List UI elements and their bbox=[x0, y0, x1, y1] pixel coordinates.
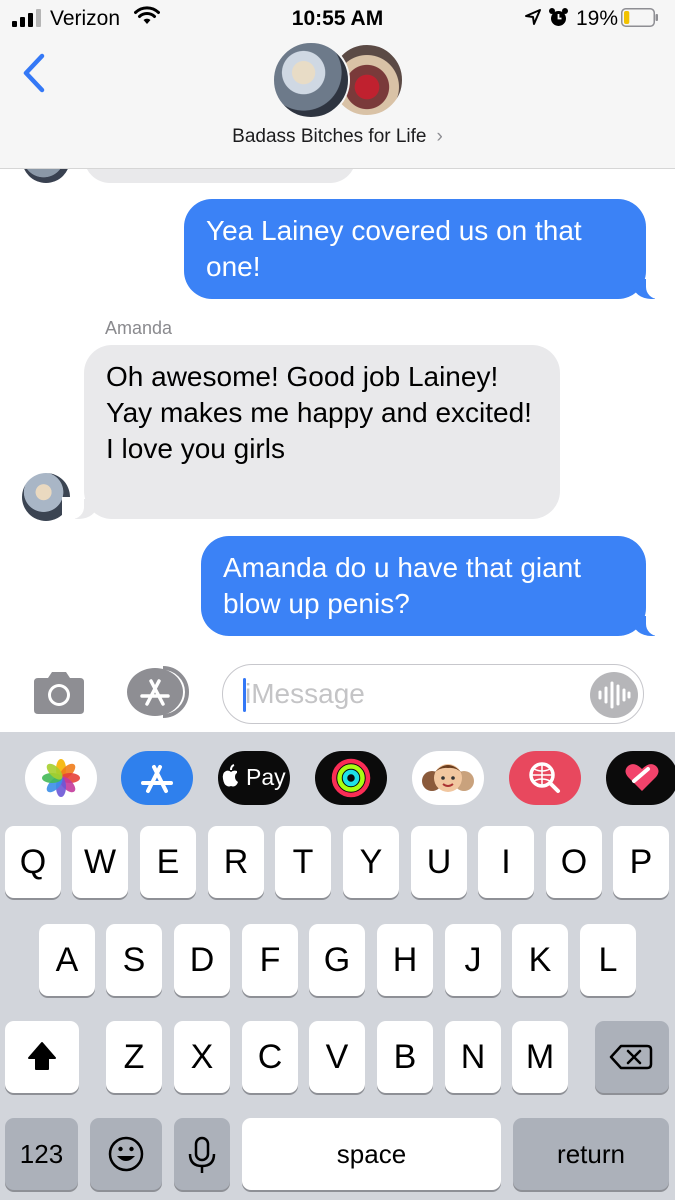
activity-app-button[interactable] bbox=[315, 751, 387, 805]
key-g[interactable]: G bbox=[309, 924, 365, 996]
key-l[interactable]: L bbox=[580, 924, 636, 996]
apple-pay-label: Pay bbox=[246, 764, 286, 790]
imessage-app-drawer: Pay bbox=[0, 732, 675, 824]
apple-pay-app-button[interactable]: Pay bbox=[218, 751, 290, 805]
memoji-app-button[interactable] bbox=[412, 751, 484, 805]
status-bar: Verizon 10:55 AM 19% bbox=[0, 0, 675, 38]
app-store-icon bbox=[141, 765, 173, 793]
message-text: Yea Lainey covered us on that one! bbox=[206, 215, 582, 282]
group-avatars[interactable] bbox=[272, 41, 404, 119]
back-button[interactable] bbox=[18, 52, 52, 94]
key-u[interactable]: U bbox=[411, 826, 467, 898]
avatar bbox=[22, 169, 70, 183]
key-d[interactable]: D bbox=[174, 924, 230, 996]
digital-touch-app-button[interactable] bbox=[606, 751, 675, 805]
photos-icon bbox=[42, 759, 80, 797]
message-text: Amanda do u have that giant blow up peni… bbox=[223, 552, 582, 619]
battery-icon bbox=[621, 8, 658, 27]
key-c[interactable]: C bbox=[242, 1021, 298, 1093]
dictation-key[interactable] bbox=[174, 1118, 230, 1190]
key-h[interactable]: H bbox=[377, 924, 433, 996]
activity-rings-icon bbox=[331, 758, 371, 798]
key-m[interactable]: M bbox=[512, 1021, 568, 1093]
space-key[interactable]: space bbox=[242, 1118, 501, 1190]
avatar bbox=[272, 41, 350, 119]
digital-touch-icon bbox=[625, 764, 659, 791]
incoming-message-bubble[interactable] bbox=[84, 169, 356, 183]
key-q[interactable]: Q bbox=[5, 826, 61, 898]
outgoing-message-bubble[interactable]: Amanda do u have that giant blow up peni… bbox=[201, 536, 668, 636]
memoji-icon bbox=[422, 764, 474, 792]
camera-icon[interactable] bbox=[30, 670, 88, 716]
outgoing-message-bubble[interactable]: Yea Lainey covered us on that one! bbox=[184, 199, 668, 299]
key-b[interactable]: B bbox=[377, 1021, 433, 1093]
clock: 10:55 AM bbox=[291, 7, 384, 30]
key-a[interactable]: A bbox=[39, 924, 95, 996]
return-key[interactable]: return bbox=[513, 1118, 669, 1190]
key-v[interactable]: V bbox=[309, 1021, 365, 1093]
message-text: I love you girls bbox=[106, 433, 285, 464]
incoming-message-bubble[interactable]: Oh awesome! Good job Lainey! Yay makes m… bbox=[62, 345, 560, 519]
sender-name: Amanda bbox=[105, 318, 173, 338]
key-o[interactable]: O bbox=[546, 826, 602, 898]
message-composer bbox=[0, 652, 675, 732]
emoji-icon bbox=[108, 1136, 144, 1172]
key-z[interactable]: Z bbox=[106, 1021, 162, 1093]
key-r[interactable]: R bbox=[208, 826, 264, 898]
battery-percent: 19% bbox=[576, 7, 619, 30]
microphone-icon bbox=[188, 1136, 216, 1173]
shift-key[interactable] bbox=[5, 1021, 79, 1093]
message-text: Oh awesome! Good job Lainey! bbox=[106, 361, 499, 392]
key-t[interactable]: T bbox=[275, 826, 331, 898]
alarm-icon bbox=[549, 8, 568, 26]
key-s[interactable]: S bbox=[106, 924, 162, 996]
web-search-icon bbox=[529, 762, 560, 793]
app-store-icon[interactable] bbox=[125, 666, 191, 718]
key-j[interactable]: J bbox=[445, 924, 501, 996]
numbers-key[interactable]: 123 bbox=[5, 1118, 78, 1190]
message-list[interactable]: Yea Lainey covered us on that one! Amand… bbox=[0, 169, 675, 651]
apple-pay-icon bbox=[222, 764, 238, 787]
keyboard: Q W E R T Y U I O P A S D F G H J K L Z … bbox=[0, 824, 675, 1200]
key-i[interactable]: I bbox=[478, 826, 534, 898]
key-w[interactable]: W bbox=[72, 826, 128, 898]
audio-waveform-icon bbox=[598, 681, 631, 709]
web-search-app-button[interactable] bbox=[509, 751, 581, 805]
key-n[interactable]: N bbox=[445, 1021, 501, 1093]
message-text: Yay makes me happy and excited! bbox=[106, 397, 532, 428]
emoji-key[interactable] bbox=[90, 1118, 162, 1190]
delete-key[interactable] bbox=[595, 1021, 669, 1093]
key-x[interactable]: X bbox=[174, 1021, 230, 1093]
photos-app-button[interactable] bbox=[25, 751, 97, 805]
conversation-header: Verizon 10:55 AM 19% Badass Bitches for … bbox=[0, 0, 675, 169]
key-e[interactable]: E bbox=[140, 826, 196, 898]
group-name: Badass Bitches for Life bbox=[232, 126, 427, 147]
app-store-app-button[interactable] bbox=[121, 751, 193, 805]
message-input[interactable] bbox=[222, 664, 644, 724]
location-arrow-icon bbox=[525, 9, 541, 25]
group-name-button[interactable]: Badass Bitches for Life › bbox=[0, 126, 675, 148]
chevron-right-icon: › bbox=[436, 126, 443, 147]
key-f[interactable]: F bbox=[242, 924, 298, 996]
delete-icon bbox=[609, 1044, 653, 1070]
shift-icon bbox=[28, 1042, 56, 1070]
key-k[interactable]: K bbox=[512, 924, 568, 996]
audio-message-button[interactable] bbox=[590, 672, 638, 718]
text-cursor bbox=[243, 678, 246, 712]
key-y[interactable]: Y bbox=[343, 826, 399, 898]
key-p[interactable]: P bbox=[613, 826, 669, 898]
